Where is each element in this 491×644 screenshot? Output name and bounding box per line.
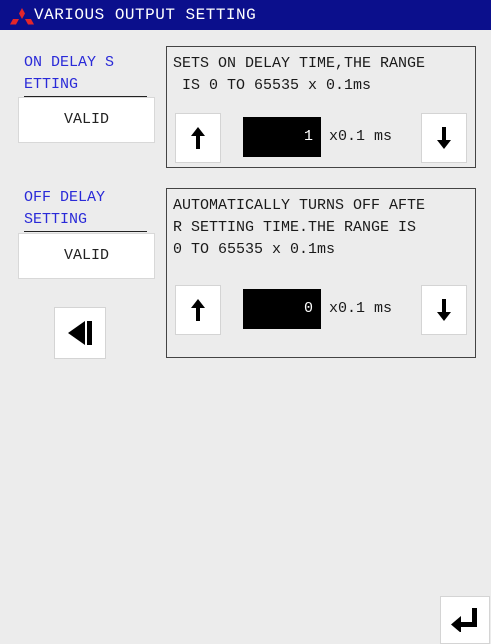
on-delay-panel: SETS ON DELAY TIME,THE RANGE IS 0 TO 655… bbox=[166, 46, 476, 168]
off-delay-increment-button[interactable] bbox=[175, 285, 221, 335]
page-title: VARIOUS OUTPUT SETTING bbox=[34, 6, 257, 24]
arrow-down-icon bbox=[437, 127, 451, 149]
off-delay-label-line2: SETTING bbox=[24, 211, 88, 228]
return-arrow-icon bbox=[451, 608, 477, 632]
on-delay-unit-label: x0.1 ms bbox=[329, 128, 393, 145]
off-delay-label-underline bbox=[24, 231, 147, 232]
on-delay-status-value[interactable]: VALID bbox=[18, 97, 155, 143]
off-delay-description-line3: 0 TO 65535 x 0.1ms bbox=[173, 241, 336, 258]
on-delay-value-display[interactable]: 1 bbox=[243, 117, 321, 157]
on-delay-description-line1: SETS ON DELAY TIME,THE RANGE bbox=[173, 55, 426, 72]
off-delay-label-line1: OFF DELAY bbox=[24, 189, 106, 206]
off-delay-description-line1: AUTOMATICALLY TURNS OFF AFTE bbox=[173, 197, 426, 214]
off-delay-status-value[interactable]: VALID bbox=[18, 233, 155, 279]
on-delay-label-line1: ON DELAY S bbox=[24, 54, 115, 71]
triangle-left-bar-icon bbox=[68, 321, 92, 345]
off-delay-panel: AUTOMATICALLY TURNS OFF AFTE R SETTING T… bbox=[166, 188, 476, 358]
arrow-down-icon bbox=[437, 299, 451, 321]
arrow-up-icon bbox=[191, 127, 205, 149]
title-bar: VARIOUS OUTPUT SETTING bbox=[0, 0, 491, 30]
on-delay-description-line2: IS 0 TO 65535 x 0.1ms bbox=[173, 77, 372, 94]
on-delay-label-line2: ETTING bbox=[24, 76, 79, 93]
on-delay-decrement-button[interactable] bbox=[421, 113, 467, 163]
arrow-up-icon bbox=[191, 299, 205, 321]
off-delay-description-line2: R SETTING TIME.THE RANGE IS bbox=[173, 219, 417, 236]
off-delay-value-display[interactable]: 0 bbox=[243, 289, 321, 329]
enter-button[interactable] bbox=[440, 596, 490, 644]
on-delay-increment-button[interactable] bbox=[175, 113, 221, 163]
off-delay-unit-label: x0.1 ms bbox=[329, 300, 393, 317]
back-button[interactable] bbox=[54, 307, 106, 359]
off-delay-decrement-button[interactable] bbox=[421, 285, 467, 335]
mitsubishi-logo-icon bbox=[10, 8, 34, 25]
